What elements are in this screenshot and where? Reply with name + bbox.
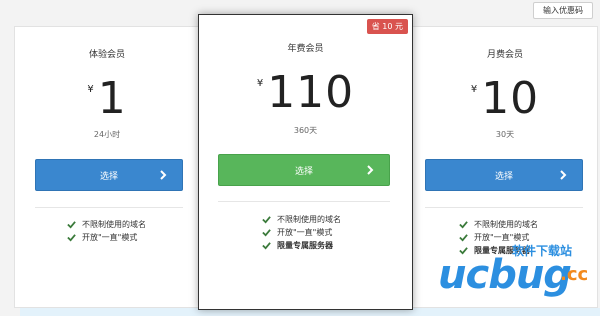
select-yearly-button[interactable]: 选择: [218, 154, 390, 186]
feature-list: 不限制使用的域名 开放"一直"模式: [67, 218, 146, 244]
check-icon: [262, 216, 271, 224]
feature-item: 限量专属服务器: [262, 239, 341, 252]
button-label: 选择: [294, 166, 313, 177]
feature-list: 不限制使用的域名 开放"一直"模式 限量专属服务器: [262, 213, 341, 252]
plan-card-trial: 体验会员 ¥1 24小时 选择 不限制使用的域名 开放"一直"模式: [14, 26, 200, 308]
check-icon: [262, 229, 271, 237]
chevron-right-icon: [560, 170, 567, 180]
feature-text: 开放"一直"模式: [82, 233, 138, 242]
check-icon: [262, 242, 271, 250]
plan-price: ¥110: [199, 71, 412, 115]
feature-item: 不限制使用的域名: [262, 213, 341, 226]
feature-text: 不限制使用的域名: [474, 220, 538, 229]
check-icon: [67, 221, 76, 229]
chevron-right-icon: [160, 170, 167, 180]
discount-badge: 省 10 元: [366, 19, 408, 34]
plan-name: 月费会员: [486, 50, 523, 60]
button-label: 选择: [99, 171, 118, 182]
price-amount: 10: [481, 73, 540, 124]
feature-item: 不限制使用的域名: [67, 218, 146, 231]
watermark-main: ucbug: [438, 252, 572, 298]
feature-text: 限量专属服务器: [277, 241, 333, 250]
feature-item: 不限制使用的域名: [459, 218, 538, 231]
currency-symbol: ¥: [470, 84, 478, 95]
site-watermark: 软件下载站 ucbug .cc: [438, 238, 598, 302]
feature-text: 不限制使用的域名: [277, 215, 341, 224]
check-icon: [67, 234, 76, 242]
feature-item: 开放"一直"模式: [67, 231, 146, 244]
divider: [35, 207, 183, 208]
divider: [425, 207, 583, 208]
feature-text: 开放"一直"模式: [277, 228, 333, 237]
check-icon: [459, 221, 468, 229]
select-trial-button[interactable]: 选择: [35, 159, 183, 191]
plan-card-yearly: 省 10 元 年费会员 ¥110 360天 选择 不限制使用的域名 开放"一直"…: [198, 14, 413, 310]
plan-name: 年费会员: [287, 44, 324, 54]
select-monthly-button[interactable]: 选择: [425, 159, 583, 191]
watermark-suffix: .cc: [560, 264, 589, 285]
plan-duration: 24小时: [93, 130, 121, 139]
plan-price: ¥1: [15, 77, 199, 121]
feature-text: 不限制使用的域名: [82, 220, 146, 229]
feature-item: 开放"一直"模式: [262, 226, 341, 239]
divider: [218, 201, 390, 202]
price-amount: 1: [97, 73, 127, 124]
plan-name: 体验会员: [88, 50, 125, 60]
enter-coupon-button[interactable]: 输入优惠码: [533, 2, 593, 19]
plan-price: ¥10: [413, 77, 597, 121]
chevron-right-icon: [367, 165, 374, 175]
currency-symbol: ¥: [87, 84, 94, 95]
plan-duration: 360天: [293, 126, 318, 135]
currency-symbol: ¥: [256, 78, 264, 89]
price-amount: 110: [267, 67, 355, 118]
plan-duration: 30天: [495, 130, 515, 139]
button-label: 选择: [494, 171, 513, 182]
